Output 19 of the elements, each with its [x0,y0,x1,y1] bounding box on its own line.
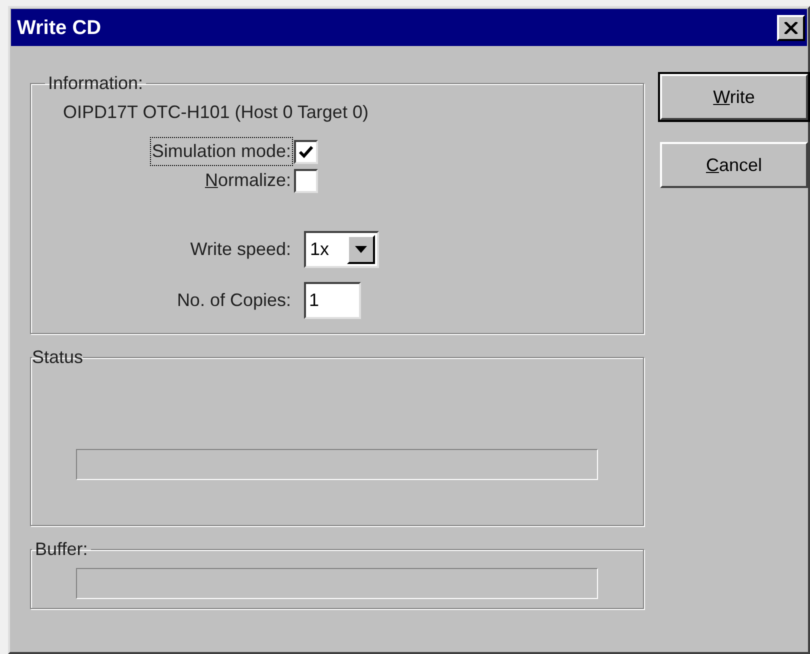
window-title: Write CD [17,16,102,40]
caret-icon [355,246,367,253]
close-icon [784,22,798,34]
checkmark-icon [298,144,314,158]
group-label: Status [32,346,84,369]
speed-dropdown[interactable]: 1x [304,231,379,268]
field-label: Write speed: [189,238,292,261]
checkbox[interactable] [294,140,318,164]
field-label: Normalize: [204,169,292,192]
close-button[interactable] [777,14,805,40]
group-label: Buffer: [34,538,89,561]
dialog-button[interactable]: Cancel [660,142,808,188]
checkbox[interactable] [294,168,318,192]
dialog-button[interactable]: Write [660,74,808,120]
copies-input[interactable]: 1 [304,282,361,319]
group-label: Information: [47,72,144,95]
field-label: No. of Copies: [176,289,292,312]
field-label: Simulation mode: [150,138,292,165]
device-name: OIPD17T OTC-H101 (Host 0 Target 0) [63,101,370,124]
